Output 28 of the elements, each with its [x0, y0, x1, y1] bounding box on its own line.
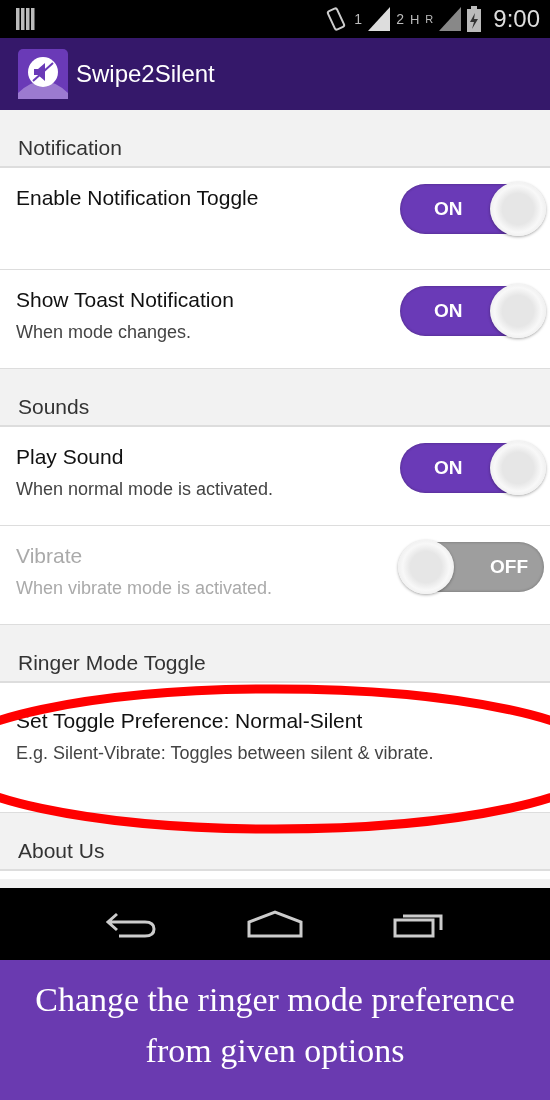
home-icon[interactable]	[247, 910, 303, 938]
preference-title: Play Sound	[16, 445, 125, 469]
preference-row[interactable]: Enable Notification Toggle ON	[0, 168, 550, 270]
app-icon	[18, 49, 68, 99]
toggle-switch[interactable]: ON	[400, 184, 544, 234]
battery-icon	[467, 6, 482, 32]
caption-text: Change the ringer mode preference from given options	[0, 960, 550, 1100]
network-label: H	[409, 11, 420, 27]
preference-summary: When normal mode is activated.	[16, 479, 275, 500]
signal-icon	[439, 7, 462, 31]
preference-title: Show Toast Notification	[16, 288, 235, 312]
preference-row[interactable]: Play Sound When normal mode is activated. ON	[0, 427, 550, 526]
sim-label: 1	[354, 11, 363, 27]
preference-summary: When mode changes.	[16, 322, 193, 343]
preference-title: Enable Notification Toggle	[16, 186, 260, 210]
preference-summary: When vibrate mode is activated.	[16, 578, 274, 599]
preference-title: Vibrate	[16, 544, 84, 568]
notification-icon	[16, 8, 36, 30]
network-label: R	[425, 13, 434, 25]
preference-summary: E.g. Silent-Vibrate: Toggles between silent & vibrate.	[16, 743, 435, 764]
sim-label: 2	[396, 11, 404, 27]
app-title: Swipe2Silent	[76, 60, 215, 88]
toggle-switch[interactable]: ON	[400, 443, 544, 493]
clock-time: 9:00	[493, 5, 540, 33]
preference-row[interactable]: Show Toast Notification When mode changes. ON	[0, 270, 550, 369]
back-icon[interactable]	[105, 910, 157, 938]
toggle-switch[interactable]: ON	[400, 286, 544, 336]
signal-icon	[368, 7, 391, 31]
